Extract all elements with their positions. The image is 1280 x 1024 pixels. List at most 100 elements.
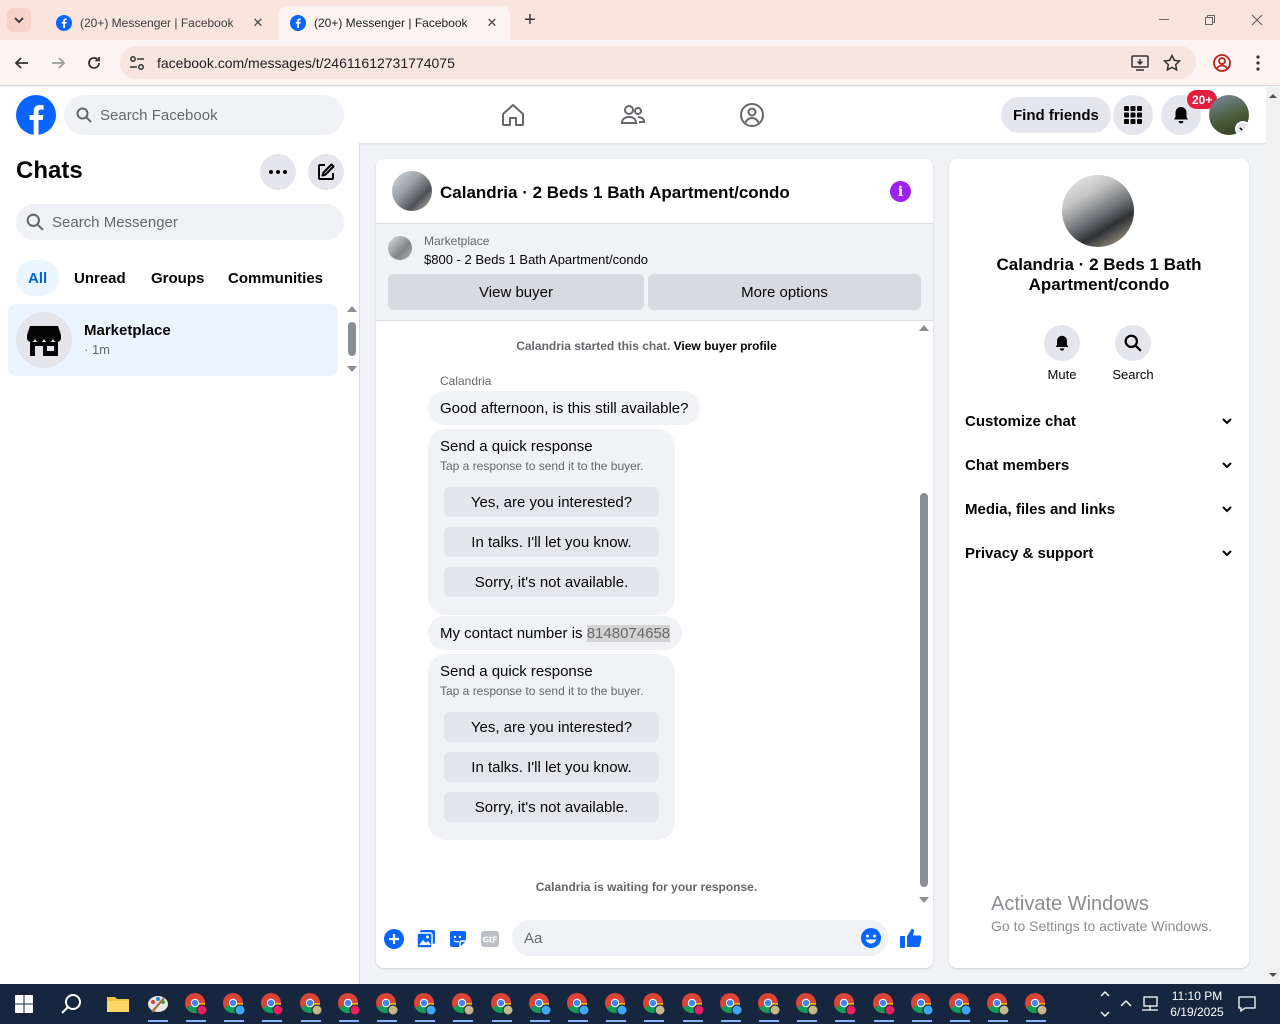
install-app-icon[interactable]	[1130, 53, 1150, 73]
new-tab-button[interactable]: +	[519, 9, 541, 31]
chrome-taskbar-button[interactable]	[753, 988, 785, 1022]
chrome-taskbar-button[interactable]	[333, 988, 365, 1022]
nav-friends[interactable]	[617, 99, 649, 131]
taskbar-search-button[interactable]	[56, 988, 88, 1020]
listing-thumbnail[interactable]	[388, 236, 412, 260]
chrome-taskbar-button[interactable]	[791, 988, 823, 1022]
system-clock[interactable]: 11:10 PM 6/19/2025	[1164, 988, 1230, 1020]
info-icon[interactable]: i	[890, 181, 911, 202]
chrome-taskbar-button[interactable]	[1020, 988, 1052, 1022]
reload-button[interactable]	[82, 51, 106, 75]
chrome-taskbar-button[interactable]	[562, 988, 594, 1022]
chats-scrollbar[interactable]	[344, 306, 358, 372]
bookmark-star-icon[interactable]	[1162, 53, 1182, 73]
scroll-up-icon[interactable]	[919, 325, 929, 331]
scroll-down-icon[interactable]	[347, 366, 357, 372]
browser-tab-1[interactable]: (20+) Messenger | Facebook ✕	[44, 6, 276, 40]
new-message-button[interactable]	[308, 154, 344, 190]
start-button[interactable]	[8, 988, 40, 1020]
more-options-button[interactable]: More options	[648, 274, 921, 310]
tab-search-button[interactable]	[7, 8, 31, 32]
media-files-links-row[interactable]: Media, files and links	[965, 489, 1233, 529]
chrome-taskbar-button[interactable]	[868, 988, 900, 1022]
quick-reply-not-available[interactable]: Sorry, it's not available.	[444, 567, 659, 597]
browser-menu-button[interactable]	[1246, 51, 1270, 75]
facebook-logo-icon[interactable]	[16, 95, 56, 135]
chrome-taskbar-button[interactable]	[982, 988, 1014, 1022]
quick-reply-not-available[interactable]: Sorry, it's not available.	[444, 792, 659, 822]
scroll-down-icon[interactable]	[919, 897, 929, 903]
chrome-taskbar-button[interactable]	[486, 988, 518, 1022]
customize-chat-row[interactable]: Customize chat	[965, 401, 1233, 441]
emoji-icon[interactable]	[860, 927, 882, 949]
chrome-taskbar-button[interactable]	[256, 988, 288, 1022]
chat-item-marketplace[interactable]: Marketplace · 1m	[8, 304, 338, 376]
like-button[interactable]	[899, 926, 923, 950]
thread-scrollbar[interactable]	[918, 325, 930, 903]
action-center-button[interactable]	[1238, 984, 1256, 1024]
attach-photo-button[interactable]	[415, 928, 437, 950]
nav-home[interactable]	[497, 99, 529, 131]
chrome-taskbar-button[interactable]	[218, 988, 250, 1022]
chrome-taskbar-button[interactable]	[447, 988, 479, 1022]
privacy-support-row[interactable]: Privacy & support	[965, 533, 1233, 573]
tray-scroll[interactable]	[1099, 984, 1111, 1024]
quick-reply-yes[interactable]: Yes, are you interested?	[444, 487, 659, 517]
chrome-taskbar-button[interactable]	[180, 988, 212, 1022]
quick-reply-in-talks[interactable]: In talks. I'll let you know.	[444, 752, 659, 782]
show-hidden-icons[interactable]	[1119, 984, 1133, 1024]
message-composer[interactable]	[512, 920, 888, 956]
messenger-search[interactable]	[16, 204, 344, 240]
filter-all[interactable]: All	[16, 260, 60, 296]
more-actions-button[interactable]	[383, 928, 405, 950]
forward-button[interactable]	[46, 51, 70, 75]
quick-reply-in-talks[interactable]: In talks. I'll let you know.	[444, 527, 659, 557]
view-buyer-profile-link[interactable]: View buyer profile	[674, 339, 777, 353]
chrome-taskbar-button[interactable]	[600, 988, 632, 1022]
minimize-button[interactable]	[1141, 0, 1187, 40]
facebook-search[interactable]	[64, 95, 344, 135]
restore-button[interactable]	[1187, 0, 1233, 40]
filter-communities[interactable]: Communities	[216, 260, 335, 296]
site-settings-icon[interactable]	[128, 54, 146, 72]
profile-button[interactable]	[1210, 51, 1234, 75]
find-friends-button[interactable]: Find friends	[1001, 97, 1111, 133]
scroll-thumb[interactable]	[348, 322, 356, 356]
close-tab-icon[interactable]: ✕	[250, 15, 266, 31]
mute-button[interactable]	[1044, 325, 1080, 361]
close-window-button[interactable]	[1234, 0, 1280, 40]
chrome-taskbar-button[interactable]	[524, 988, 556, 1022]
conversation-profile-avatar[interactable]	[1062, 175, 1134, 247]
nav-groups[interactable]	[736, 99, 768, 131]
close-tab-icon[interactable]: ✕	[484, 15, 500, 31]
facebook-search-input[interactable]	[100, 106, 330, 124]
chrome-taskbar-button[interactable]	[295, 988, 327, 1022]
chrome-taskbar-button[interactable]	[906, 988, 938, 1022]
filter-unread[interactable]: Unread	[62, 260, 138, 296]
address-bar[interactable]: facebook.com/messages/t/2461161273177407…	[120, 46, 1196, 79]
chrome-taskbar-button[interactable]	[944, 988, 976, 1022]
network-status[interactable]	[1141, 984, 1159, 1024]
scroll-thumb[interactable]	[920, 493, 928, 887]
menu-button[interactable]	[1113, 95, 1153, 135]
gif-button[interactable]: GIF	[479, 928, 501, 950]
scroll-up-icon[interactable]	[347, 306, 357, 312]
message-bubble[interactable]: My contact number is 8148074658	[428, 616, 683, 650]
chrome-taskbar-button[interactable]	[715, 988, 747, 1022]
listing-description[interactable]: $800 - 2 Beds 1 Bath Apartment/condo	[424, 252, 648, 267]
chrome-taskbar-button[interactable]	[638, 988, 670, 1022]
mute-action[interactable]: Mute	[1032, 325, 1092, 382]
quick-reply-yes[interactable]: Yes, are you interested?	[444, 712, 659, 742]
chat-members-row[interactable]: Chat members	[965, 445, 1233, 485]
message-input[interactable]	[524, 929, 844, 947]
account-avatar[interactable]	[1209, 95, 1249, 135]
chats-options-button[interactable]	[260, 154, 296, 190]
scroll-up-icon[interactable]	[1266, 89, 1280, 103]
scroll-down-icon[interactable]	[1266, 968, 1280, 982]
messenger-search-input[interactable]	[52, 213, 332, 231]
chrome-taskbar-button[interactable]	[677, 988, 709, 1022]
page-scrollbar[interactable]	[1266, 87, 1280, 984]
message-bubble[interactable]: Good afternoon, is this still available?	[428, 391, 701, 425]
conversation-avatar[interactable]	[392, 171, 432, 211]
file-explorer-button[interactable]	[102, 988, 134, 1020]
